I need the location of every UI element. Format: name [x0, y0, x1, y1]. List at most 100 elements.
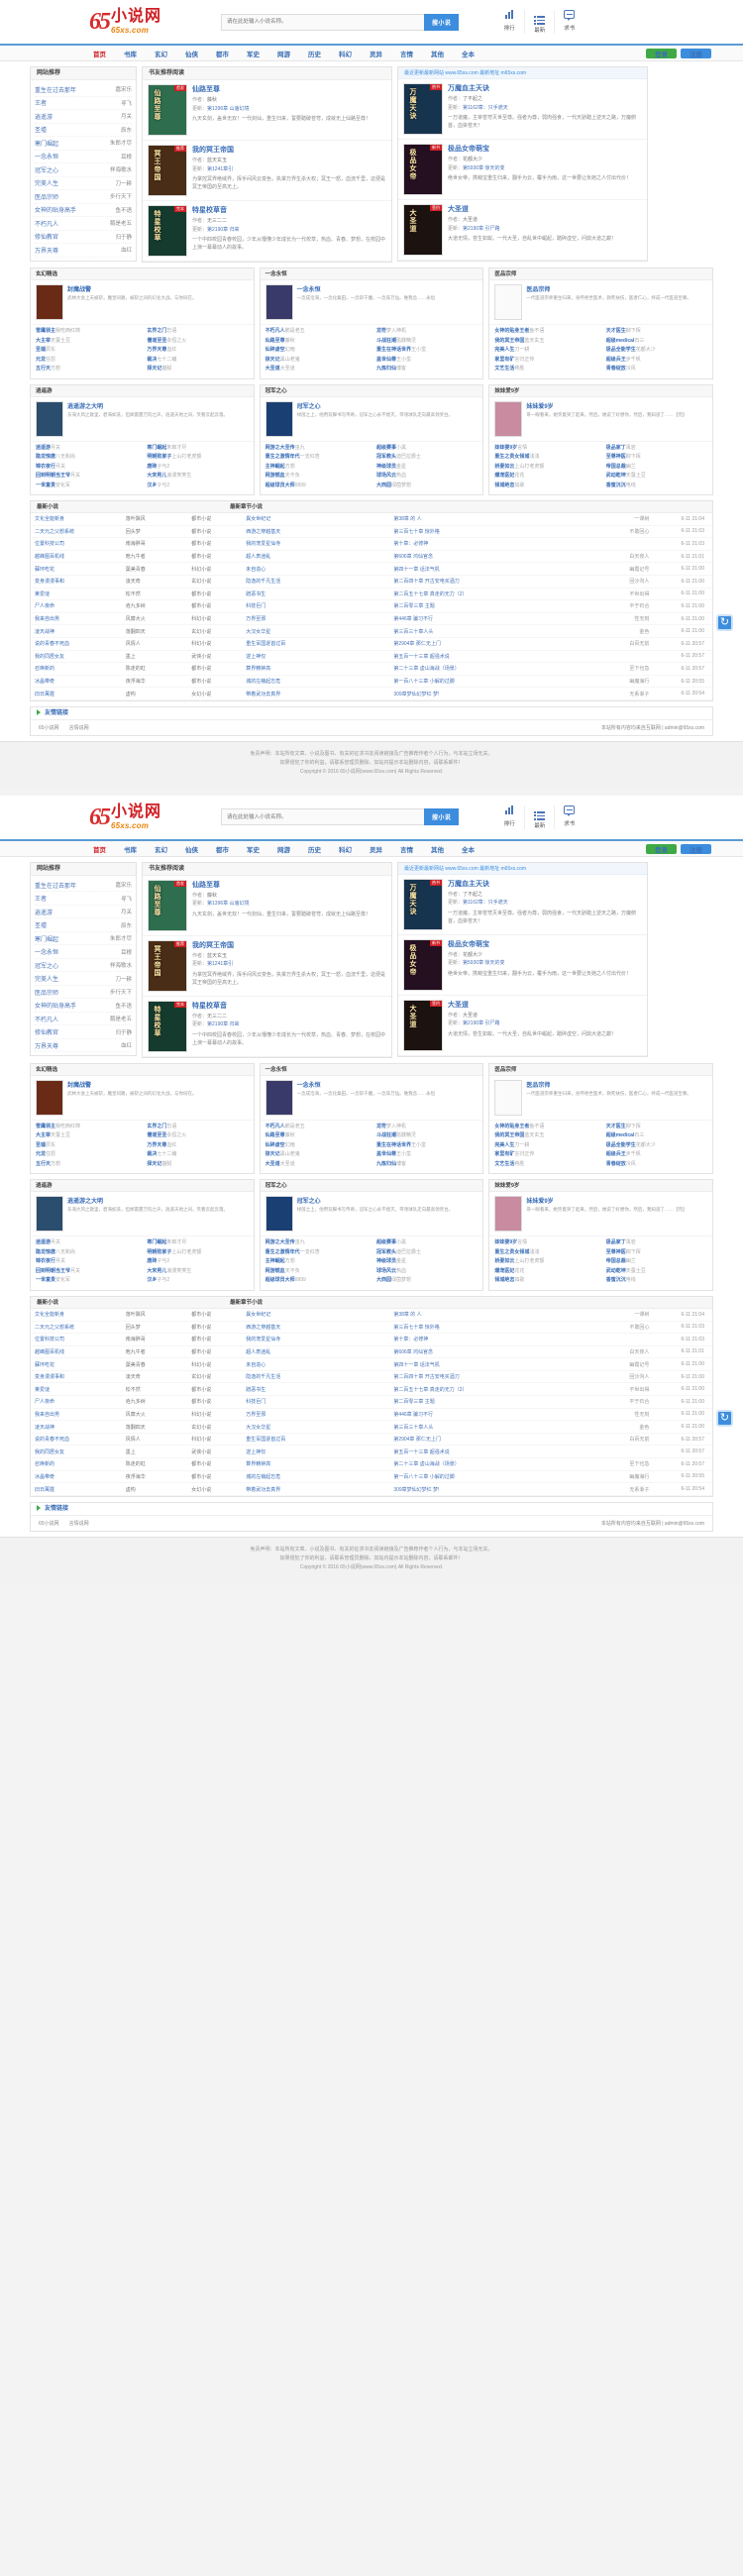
- list-item[interactable]: 倾城绝恋如歌: [494, 1276, 595, 1286]
- book-link[interactable]: 超级兵王: [606, 357, 626, 363]
- list-item[interactable]: 重生之贵女倾城浅浅: [494, 1248, 595, 1258]
- list-item[interactable]: 大主宰天蚕土豆: [36, 1131, 137, 1141]
- update-chapter[interactable]: 第二百五十七章 真走的无力（2）: [389, 1382, 594, 1397]
- book-card[interactable]: 极品女帝 新书 极品女帝萌宝 作者：花都大少 更新：第5930章 惊天的变 绝世…: [398, 140, 647, 200]
- book-cover[interactable]: 极品女帝 新书: [403, 938, 443, 991]
- book-link[interactable]: 九炼归仙: [376, 366, 396, 372]
- book-card[interactable]: 万魔天诀 热书 万魔血主天诀 作者：了不起之 更新：第1162章：只手遮天 一万…: [398, 79, 647, 140]
- update-book-title[interactable]: 我来自出男: [31, 612, 122, 626]
- list-item[interactable]: 重生在过去那年 嘉宋乐: [35, 879, 132, 893]
- list-item[interactable]: 倾城绝恋如歌: [494, 482, 595, 491]
- update-book-title[interactable]: 冰晶带奇: [31, 1470, 122, 1484]
- book-card[interactable]: 特星校草 完本 特星校草音 作者：无三二二 更新：第2190章 归来 一个中四校…: [143, 201, 391, 262]
- nav-item-home[interactable]: 首页: [84, 844, 115, 854]
- list-item[interactable]: 医品宗师 步行天下: [35, 190, 132, 204]
- site-logo[interactable]: 65 小说网 65xs.com: [89, 804, 161, 830]
- sidebar-book-title[interactable]: 王者: [35, 894, 47, 903]
- list-item[interactable]: 一世富贵安化军: [36, 1276, 137, 1286]
- list-item[interactable]: 我的冥王帝国蓝天玄玉: [494, 337, 595, 347]
- feature-book-cover[interactable]: [494, 400, 523, 437]
- request-nav-item[interactable]: 求书: [554, 10, 584, 34]
- book-link[interactable]: 家里有矿: [494, 1151, 514, 1157]
- latest-chapter-link[interactable]: 第2190章 归来: [207, 227, 240, 233]
- nav-item-library[interactable]: 书库: [115, 844, 146, 854]
- list-item[interactable]: 玄界之门忘语: [147, 1123, 248, 1132]
- book-title-link[interactable]: 万魔血主天诀: [448, 83, 642, 93]
- book-link[interactable]: 元龙: [36, 1151, 46, 1157]
- update-book-title[interactable]: 尸人夜命: [31, 599, 122, 613]
- list-item[interactable]: 大西园绿茵梦想: [376, 482, 478, 491]
- book-link[interactable]: 锦衣夜行: [36, 1258, 55, 1264]
- book-link[interactable]: 至尊神医: [606, 454, 626, 460]
- list-item[interactable]: 龙符梦入神机: [376, 1123, 478, 1132]
- sidebar-book-title[interactable]: 医品宗师: [35, 192, 58, 201]
- update-book-title[interactable]: 文化全能新身: [31, 513, 122, 526]
- list-item[interactable]: 逍遥游月关: [36, 1238, 137, 1248]
- list-item[interactable]: 重生在过去那年 嘉宋乐: [35, 83, 132, 97]
- book-link[interactable]: 大西园: [376, 483, 391, 488]
- book-link[interactable]: 妹妹要9岁: [494, 1239, 517, 1245]
- latest-chapter-link[interactable]: 第2190章 归来: [207, 1021, 240, 1027]
- book-cover[interactable]: 仙路至尊 首发: [148, 879, 187, 931]
- book-link[interactable]: 唐砖: [147, 464, 157, 470]
- list-item[interactable]: 天才医生柳下挥: [606, 327, 707, 337]
- sidebar-book-title[interactable]: 修仙教官: [35, 232, 58, 241]
- book-link[interactable]: 玄界之门: [147, 1124, 166, 1129]
- update-book-category[interactable]: 科幻小说: [187, 1357, 243, 1371]
- feature-book-cover[interactable]: [265, 400, 293, 437]
- book-link[interactable]: 仙碎虚空: [265, 1142, 285, 1148]
- list-item[interactable]: 圣墟 辰东: [35, 124, 132, 137]
- sidebar-book-title[interactable]: 不朽凡人: [35, 219, 58, 228]
- update-book-title[interactable]: 召唤新的: [31, 1457, 122, 1471]
- table-row[interactable]: 说的青春不死血 风情人 科幻小说 重生军国逐首过百 第2904章 那仁无上门 白百无前 6-…: [31, 637, 712, 651]
- list-item[interactable]: 裁决七十二编: [147, 356, 248, 366]
- search-button[interactable]: 搜小说: [424, 808, 460, 826]
- book-link[interactable]: 超级兵王: [606, 1151, 626, 1157]
- list-item[interactable]: 完美人生刀一耕: [494, 346, 595, 356]
- friend-link[interactable]: 言情说网: [69, 1520, 89, 1527]
- update-book-category[interactable]: 科幻小说: [187, 1433, 243, 1447]
- table-row[interactable]: 二天元之父想系统 回头梦 都市小说 西游之穿越基天 第三百七十章 惊外格 不敢回心 6-11…: [31, 525, 712, 539]
- book-link[interactable]: 至尊神医: [606, 1249, 626, 1255]
- update-chapter[interactable]: 第二百五十七章 真走的无力（2）: [389, 588, 594, 601]
- list-item[interactable]: 家里有矿言归正传: [494, 1150, 595, 1160]
- book-cover[interactable]: 大圣道 签约: [403, 999, 443, 1051]
- update-book-title[interactable]: 莱爱谜: [31, 588, 122, 601]
- nav-item-lingyi[interactable]: 灵异: [361, 49, 391, 58]
- sidebar-book-title[interactable]: 一念永恒: [35, 947, 58, 956]
- list-item[interactable]: 极品家丁禹岩: [606, 1238, 707, 1248]
- update-book-title[interactable]: 冰晶带奇: [31, 675, 122, 689]
- table-row[interactable]: 旧日萬霆 虚构 女幻小说 带着武功去真界 309章梦仙幻梦红 梦! 无系渐子 6-11 20…: [31, 1482, 712, 1496]
- update-book-category[interactable]: 武侠小说: [187, 1445, 243, 1459]
- list-item[interactable]: 回到明朝当王爷月关: [36, 472, 137, 482]
- sidebar-book-title[interactable]: 完美人生: [35, 974, 58, 983]
- table-row[interactable]: 文化全能新身 落叶飘风 都市小说 異女世纪记 第38章 的 人一课树 6-11 21:04: [31, 1308, 712, 1322]
- list-item[interactable]: 逍遥游月关: [36, 444, 137, 454]
- list-item[interactable]: 冠军之心 样海歌水: [35, 163, 132, 177]
- table-row[interactable]: 蘇环吃花 葉美青春 科幻小说 未自造心 第四十一章 话法气机 幽霞记号 6-11 21:00: [31, 562, 712, 576]
- update-book-title2[interactable]: 異女世纪记: [242, 1308, 390, 1322]
- search-button[interactable]: 搜小说: [424, 13, 460, 31]
- update-book-title[interactable]: 位置科技公司: [31, 1333, 122, 1346]
- update-book-category[interactable]: 都市小说: [187, 1345, 243, 1359]
- list-item[interactable]: 爆宠医妃花花: [494, 1267, 595, 1277]
- book-link[interactable]: 极品家丁: [606, 1239, 626, 1245]
- update-book-category[interactable]: 都市小说: [187, 1395, 243, 1409]
- update-book-title[interactable]: 旧日萬霆: [31, 687, 122, 700]
- book-link[interactable]: 文艺生活: [494, 366, 514, 372]
- list-item[interactable]: 一念永恒 耳根: [35, 151, 132, 163]
- nav-item-quanben[interactable]: 全本: [453, 49, 483, 58]
- book-link[interactable]: 青春绽放: [606, 1161, 626, 1167]
- login-button[interactable]: 登录: [646, 49, 677, 58]
- sidebar-book-title[interactable]: 修仙教官: [35, 1027, 58, 1036]
- update-chapter[interactable]: 第二百四十章 开古安电买酒刀: [389, 1370, 594, 1384]
- feature-book-title[interactable]: 逍遥游之大明: [67, 404, 103, 410]
- book-card[interactable]: 大圣道 签约 大圣道 作者：大圣道 更新：第2190章 引尸路 大道无情，苍生如…: [398, 996, 647, 1056]
- list-item[interactable]: 儒道至圣永恒之火: [147, 337, 248, 347]
- list-item[interactable]: 九炼归仙博客: [376, 365, 478, 375]
- book-link[interactable]: 大主宰: [36, 1132, 51, 1138]
- list-item[interactable]: 元龙任怨: [36, 1150, 137, 1160]
- book-link[interactable]: 明朝败家子: [147, 1249, 171, 1255]
- list-item[interactable]: 仙碎虚空幻雨: [265, 346, 367, 356]
- book-link[interactable]: 完美人生: [494, 1142, 514, 1148]
